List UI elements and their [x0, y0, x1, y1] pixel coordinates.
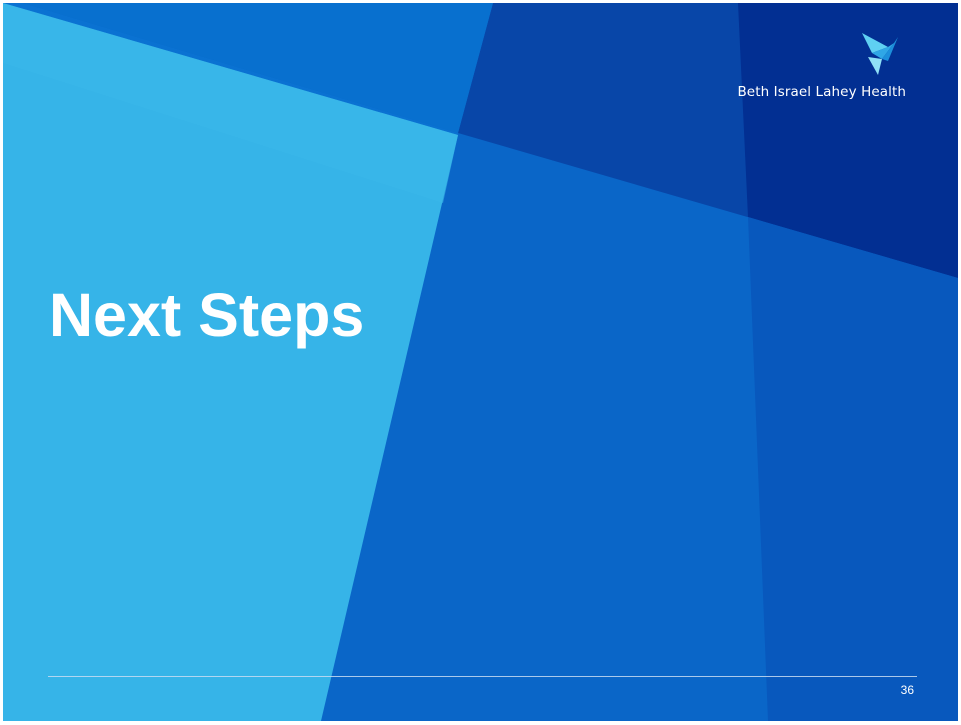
brand-logo: Beth Israel Lahey Health — [686, 33, 906, 103]
page-number: 36 — [900, 683, 914, 697]
brand-name: Beth Israel Lahey Health — [737, 84, 906, 100]
background-shapes — [3, 3, 958, 721]
footer-divider — [48, 676, 917, 677]
slide-title: Next Steps — [49, 281, 365, 349]
bird-icon — [862, 33, 898, 75]
slide: Beth Israel Lahey Health Next Steps 36 — [3, 3, 958, 721]
bg-right-strip — [748, 217, 958, 721]
